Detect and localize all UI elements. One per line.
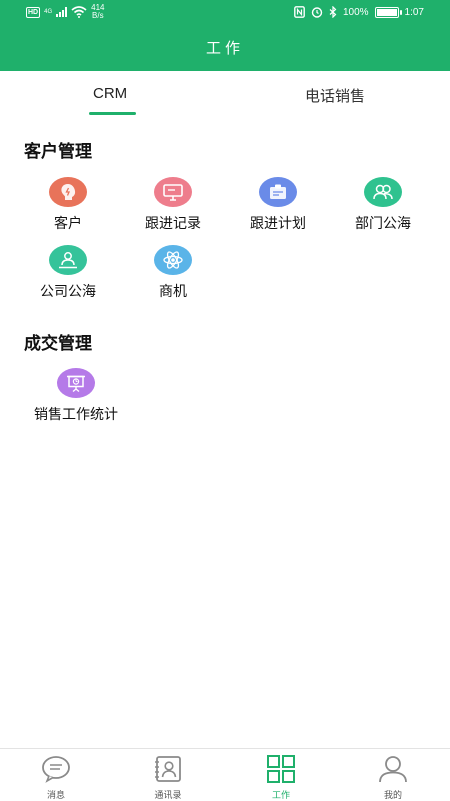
nav-label: 消息	[46, 791, 65, 801]
customer-head-icon	[49, 177, 87, 207]
menu-item-follow-up-plan[interactable]: 跟进计划	[228, 177, 328, 233]
tab-bar-top: CRM 电话销售	[0, 71, 450, 119]
contacts-book-icon	[155, 756, 181, 782]
menu-item-company-pool[interactable]: 公司公海	[18, 245, 118, 301]
presentation-board-icon	[57, 368, 95, 398]
clock: 1:07	[404, 6, 424, 18]
clipboard-plan-icon	[259, 177, 297, 207]
grid-work-icon	[267, 755, 295, 783]
bottom-navigation: 消息 通讯录 工作 我的	[0, 748, 450, 801]
hd-badge: HD	[26, 6, 41, 18]
menu-item-opportunity[interactable]: 商机	[123, 245, 223, 301]
nav-item-contacts[interactable]: 通讯录	[133, 755, 203, 801]
nav-item-messages[interactable]: 消息	[21, 755, 91, 801]
status-bar-left: HD 4G 414 B/s	[26, 4, 105, 20]
menu-item-customer[interactable]: 客户	[18, 177, 118, 233]
nav-item-profile[interactable]: 我的	[358, 755, 428, 801]
menu-item-label: 客户	[54, 216, 82, 232]
menu-item-department-pool[interactable]: 部门公海	[333, 177, 433, 233]
section-title-customer-management: 客户管理	[24, 142, 92, 162]
person-company-icon	[49, 245, 87, 275]
battery-percent: 100%	[342, 6, 369, 18]
status-bar: HD 4G 414 B/s 100% 1:07	[0, 0, 450, 26]
nav-label: 工作	[271, 791, 290, 801]
wifi-icon	[71, 6, 87, 18]
nav-label: 通讯录	[154, 791, 182, 801]
page-title: 工作	[205, 39, 244, 57]
chat-bubble-icon	[42, 756, 70, 783]
app-header: HD 4G 414 B/s 100% 1:07 工作	[0, 0, 450, 71]
menu-item-label: 部门公海	[355, 216, 411, 232]
alarm-icon	[311, 7, 323, 18]
menu-item-follow-up-record[interactable]: 跟进记录	[123, 177, 223, 233]
menu-item-label: 跟进记录	[145, 216, 201, 232]
nfc-icon	[294, 6, 305, 18]
menu-item-sales-statistics[interactable]: 销售工作统计	[26, 368, 126, 424]
status-bar-right: 100% 1:07	[294, 6, 424, 18]
active-tab-indicator	[89, 112, 136, 115]
menu-item-label: 商机	[159, 284, 187, 300]
bluetooth-icon	[329, 6, 337, 18]
atom-opportunity-icon	[154, 245, 192, 275]
menu-item-label: 销售工作统计	[34, 407, 118, 423]
nav-item-work[interactable]: 工作	[246, 755, 316, 801]
group-people-icon	[364, 177, 402, 207]
tab-crm[interactable]: CRM	[93, 85, 127, 102]
monitor-record-icon	[154, 177, 192, 207]
network-type: 4G	[44, 8, 53, 15]
network-speed: 414 B/s	[91, 3, 105, 20]
nav-label: 我的	[383, 791, 402, 801]
section-title-deal-management: 成交管理	[24, 334, 92, 354]
menu-item-label: 跟进计划	[250, 216, 306, 232]
person-profile-icon	[379, 756, 407, 783]
tab-phone-sales[interactable]: 电话销售	[305, 85, 365, 106]
menu-item-label: 公司公海	[40, 284, 96, 300]
battery-icon	[374, 6, 402, 18]
signal-icon	[56, 7, 68, 17]
